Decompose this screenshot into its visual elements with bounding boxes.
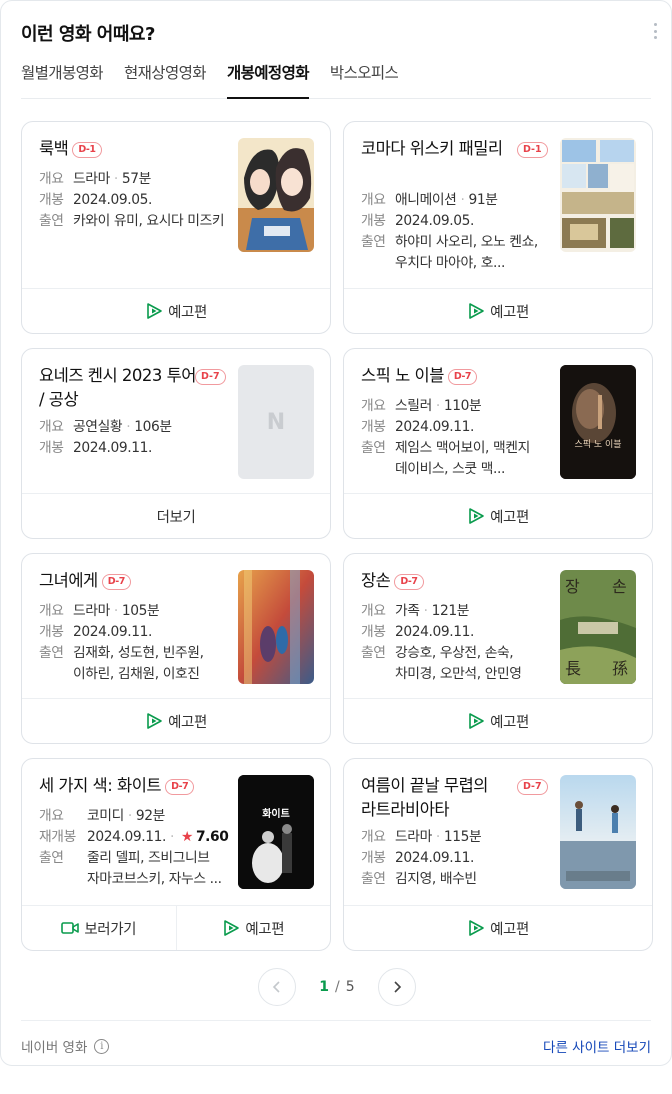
dday-badge: D-7 — [517, 779, 548, 795]
cast-list: 제임스 맥어보이, 맥켄지 데이비스, 스쿳 맥... — [395, 440, 530, 477]
more-sites-link[interactable]: 다른 사이트 더보기 — [543, 1036, 651, 1056]
play-icon — [469, 508, 484, 524]
video-camera-icon — [61, 922, 80, 934]
trailer-button[interactable]: 예고편 — [344, 494, 652, 538]
trailer-button[interactable]: 예고편 — [344, 289, 652, 333]
page-indicator: 1/5 — [319, 979, 355, 995]
trailer-button[interactable]: 예고편 — [344, 699, 652, 743]
tab-monthly-release[interactable]: 월별개봉영화 — [21, 61, 104, 99]
movie-card: 그녀에게 D-7 개요 드라마 · 105분 개봉 2024.09.11. 출연 김재화, … — [21, 553, 331, 744]
dday-badge: D-7 — [165, 779, 195, 795]
cast-list: 하야미 사오리, 오노 켄쇼, 우치다 마아야, 호... — [395, 234, 538, 271]
poster-title: 화이트 — [262, 809, 290, 820]
panel-footer: 네이버 영화 i 다른 사이트 더보기 — [21, 1020, 651, 1067]
panel-title: 이런 영화 어때요? — [21, 24, 155, 45]
movie-meta: 개요 공연실황 · 106분 개봉 2024.09.11. — [39, 419, 172, 456]
movie-poster[interactable] — [238, 570, 314, 684]
source-label: 네이버 영화 i — [21, 1036, 110, 1056]
movie-card: 장손 D-7 개요 가족 · 121분 개봉 2024.09.11. 출연 강승호, 우상전… — [343, 553, 653, 744]
movie-card: 세 가지 색: 화이트 D-7 개요 코미디 · 92분 재개봉 2024.09.11. ·… — [21, 758, 331, 951]
movie-title[interactable]: 장손 D-7 — [361, 569, 539, 593]
star-icon: ★ — [180, 829, 193, 845]
movie-meta: 개요 코미디 · 92분 재개봉 2024.09.11. · ★ 7.60 출연 줄리 델피, … — [39, 806, 235, 890]
more-button[interactable]: 더보기 — [22, 494, 330, 538]
dday-badge: D-7 — [101, 574, 131, 590]
play-icon — [224, 920, 240, 936]
movie-poster[interactable] — [560, 138, 636, 252]
play-icon — [469, 920, 484, 936]
cast-list: 강승호, 우상전, 손숙, 차미경, 오만석, 안민영 — [395, 645, 522, 682]
prev-page-button[interactable] — [258, 968, 296, 1006]
movie-meta: 개요 드라마 · 57분 개봉 2024.09.05. 출연 카와이 유미, 요시다 미즈… — [39, 169, 229, 232]
dday-badge: D-7 — [394, 574, 424, 590]
cast-list: 김재화, 성도현, 빈주원, 이하린, 김채원, 이호진 — [73, 645, 204, 682]
rating-score: 7.60 — [195, 829, 229, 845]
tab-upcoming[interactable]: 개봉예정영화 — [226, 61, 310, 99]
cast-list: 김지영, 배수빈 — [395, 871, 477, 887]
svg-text:손: 손 — [612, 577, 627, 596]
movie-title[interactable]: 요네즈 켄시 2023 투어 / 공상 — [39, 364, 197, 412]
svg-text:孫: 孫 — [612, 659, 628, 678]
play-icon — [469, 303, 484, 319]
movie-card: 여름이 끝날 무렵의 라트라비아타 D-7 개요 드라마 · 115분 개봉 2024.… — [343, 758, 653, 951]
movie-meta: 개요 애니메이션 · 91분 개봉 2024.09.05. 출연 하야미 사오리, 오노 … — [361, 190, 551, 274]
movie-title[interactable]: 룩백 D-1 — [39, 137, 217, 161]
chevron-right-icon — [394, 981, 402, 993]
movie-meta: 개요 드라마 · 115분 개봉 2024.09.11. 출연 김지영, 배수빈 — [361, 827, 551, 890]
play-icon — [469, 713, 484, 729]
pagination: 1/5 — [258, 968, 416, 1006]
movie-poster[interactable]: 스픽 노 이블 — [560, 365, 636, 479]
movie-poster[interactable]: 장 손 長 孫 — [560, 570, 636, 684]
movie-poster[interactable] — [560, 775, 636, 889]
movie-poster[interactable]: 화이트 — [238, 775, 314, 889]
tab-box-office[interactable]: 박스오피스 — [330, 61, 399, 99]
cast-list: 줄리 델피, 즈비그니브 자마코브스키, 자누스 ... — [87, 850, 222, 887]
movie-meta: 개요 가족 · 121분 개봉 2024.09.11. 출연 강승호, 우상전, 손숙, … — [361, 601, 551, 685]
movie-meta: 개요 드라마 · 105분 개봉 2024.09.11. 출연 김재화, 성도현, 빈주원… — [39, 601, 229, 685]
watch-button[interactable]: 보러가기 — [22, 906, 176, 950]
movie-card: 요네즈 켄시 2023 투어 / 공상 D-7 개요 공연실황 · 106분 개봉 20… — [21, 348, 331, 539]
cast-list: 카와이 유미, 요시다 미즈키 — [73, 213, 225, 229]
poster-title: 스픽 노 이블 — [574, 440, 622, 450]
placeholder-poster[interactable]: N — [238, 365, 314, 479]
tab-now-showing[interactable]: 현재상영영화 — [124, 61, 207, 99]
movie-card: 룩백 D-1 개요 드라마 · 57분 개봉 2024.09.05. 출연 카와이 유미, … — [21, 121, 331, 334]
chevron-left-icon — [272, 981, 280, 993]
movie-card: 코마다 위스키 패밀리 D-1 개요 애니메이션 · 91분 개봉 2024.09.05… — [343, 121, 653, 334]
movie-title[interactable]: 여름이 끝날 무렵의 라트라비아타 — [361, 774, 511, 822]
more-vertical-icon[interactable] — [653, 23, 657, 39]
svg-text:장: 장 — [565, 577, 580, 596]
trailer-button[interactable]: 예고편 — [22, 289, 330, 333]
dday-badge: D-1 — [517, 142, 548, 158]
movie-title[interactable]: 스픽 노 이블 D-7 — [361, 364, 539, 388]
total-pages: 5 — [345, 979, 355, 995]
dday-badge: D-1 — [72, 142, 102, 158]
svg-text:長: 長 — [565, 659, 581, 678]
trailer-button[interactable]: 예고편 — [344, 906, 652, 950]
play-icon — [147, 303, 162, 319]
info-icon[interactable]: i — [94, 1038, 110, 1054]
movie-recommendation-panel: 이런 영화 어때요? 월별개봉영화 현재상영영화 개봉예정영화 박스오피스 룩백… — [0, 0, 672, 1066]
movie-title[interactable]: 그녀에게 D-7 — [39, 569, 217, 593]
trailer-button[interactable]: 예고편 — [22, 699, 330, 743]
naver-logo-icon: N — [266, 409, 286, 435]
movie-title[interactable]: 세 가지 색: 화이트 D-7 — [39, 774, 217, 798]
category-tabs: 월별개봉영화 현재상영영화 개봉예정영화 박스오피스 — [21, 61, 651, 99]
movie-card: 스픽 노 이블 D-7 개요 스릴러 · 110분 개봉 2024.09.11. 출연 제임… — [343, 348, 653, 539]
trailer-button[interactable]: 예고편 — [175, 906, 331, 950]
play-icon — [147, 713, 162, 729]
next-page-button[interactable] — [377, 968, 416, 1006]
movie-meta: 개요 스릴러 · 110분 개봉 2024.09.11. 출연 제임스 맥어보이, 맥켄지… — [361, 396, 551, 480]
current-page: 1 — [319, 979, 330, 995]
movie-title[interactable]: 코마다 위스키 패밀리 — [361, 137, 511, 161]
dday-badge: D-7 — [447, 369, 478, 385]
movie-poster[interactable] — [238, 138, 314, 252]
dday-badge: D-7 — [195, 369, 226, 385]
